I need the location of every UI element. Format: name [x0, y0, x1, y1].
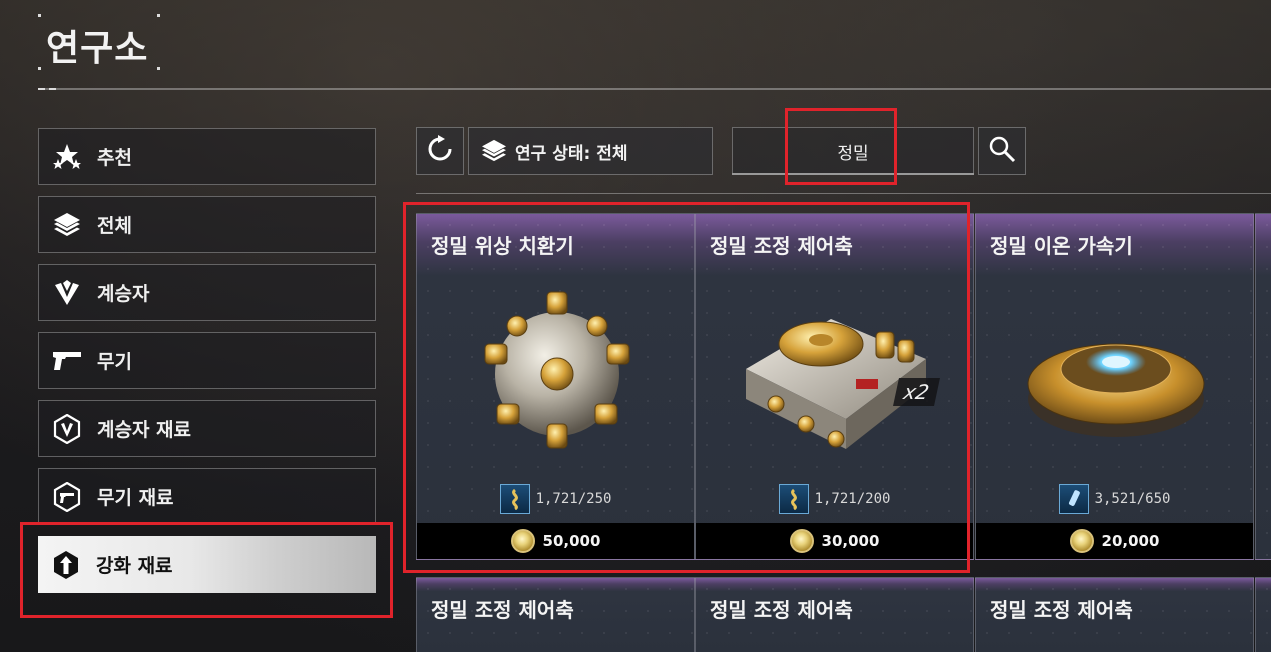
search-button[interactable] [978, 127, 1026, 175]
title-dash [38, 88, 45, 90]
sidebar-item-label: 추천 [97, 147, 132, 169]
sidebar-item-label: 무기 재료 [97, 487, 174, 509]
research-card[interactable]: 정밀 이온 가속기 3,521/650 20,000 [975, 213, 1254, 560]
price-value: 20,000 [1101, 532, 1160, 550]
sidebar-item-label: 계승자 재료 [97, 419, 192, 441]
magnifier-icon [988, 135, 1016, 167]
layers-icon [51, 209, 83, 241]
content-divider [416, 193, 1271, 194]
research-card[interactable]: 정밀 조정 제어축 [975, 577, 1254, 652]
research-status-filter[interactable]: 연구 상태: 전체 [468, 127, 713, 175]
highlight-box-search [785, 108, 897, 185]
filter-label: 연구 상태: 전체 [515, 143, 628, 164]
refresh-icon [426, 135, 454, 167]
sidebar-item-label: 계승자 [97, 283, 150, 305]
weapon-material-icon [51, 481, 83, 513]
highlight-box-category [20, 522, 393, 618]
pistol-icon [51, 345, 83, 377]
sidebar-item-weapon-materials[interactable]: 무기 재료 [38, 468, 376, 525]
card-title: 정밀 조정 제어축 [710, 598, 853, 622]
sidebar-item-label: 무기 [97, 351, 132, 373]
card-price: 20,000 [976, 523, 1253, 559]
descendant-material-icon [51, 413, 83, 445]
descendant-emblem-icon [51, 277, 83, 309]
layers-icon [481, 139, 507, 163]
card-stock: 3,521/650 [976, 484, 1253, 514]
sidebar-item-all[interactable]: 전체 [38, 196, 376, 253]
page-title: 연구소 [46, 28, 149, 69]
sidebar-item-label: 전체 [97, 215, 132, 237]
stars-icon [51, 141, 83, 173]
sidebar-item-descendant-materials[interactable]: 계승자 재료 [38, 400, 376, 457]
gold-coin-icon [1069, 529, 1094, 553]
research-card-partial[interactable] [1255, 213, 1271, 560]
research-card[interactable]: 정밀 조정 제어축 [416, 577, 695, 652]
golden-ion-disc-image [1027, 343, 1205, 437]
material-vial-icon [1058, 484, 1089, 514]
sidebar-item-weapons[interactable]: 무기 [38, 332, 376, 389]
title-divider [38, 88, 1271, 90]
research-card-partial[interactable] [1255, 577, 1271, 652]
card-title: 정밀 조정 제어축 [431, 598, 574, 622]
research-card[interactable]: 정밀 조정 제어축 [695, 577, 974, 652]
sidebar-item-recommended[interactable]: 추천 [38, 128, 376, 185]
title-dash [49, 88, 56, 90]
card-title: 정밀 이온 가속기 [990, 234, 1133, 258]
refresh-button[interactable] [416, 127, 464, 175]
card-title: 정밀 조정 제어축 [990, 598, 1133, 622]
highlight-box-cards [403, 202, 970, 573]
sidebar-item-descendants[interactable]: 계승자 [38, 264, 376, 321]
stock-count: 3,521/650 [1094, 491, 1171, 507]
